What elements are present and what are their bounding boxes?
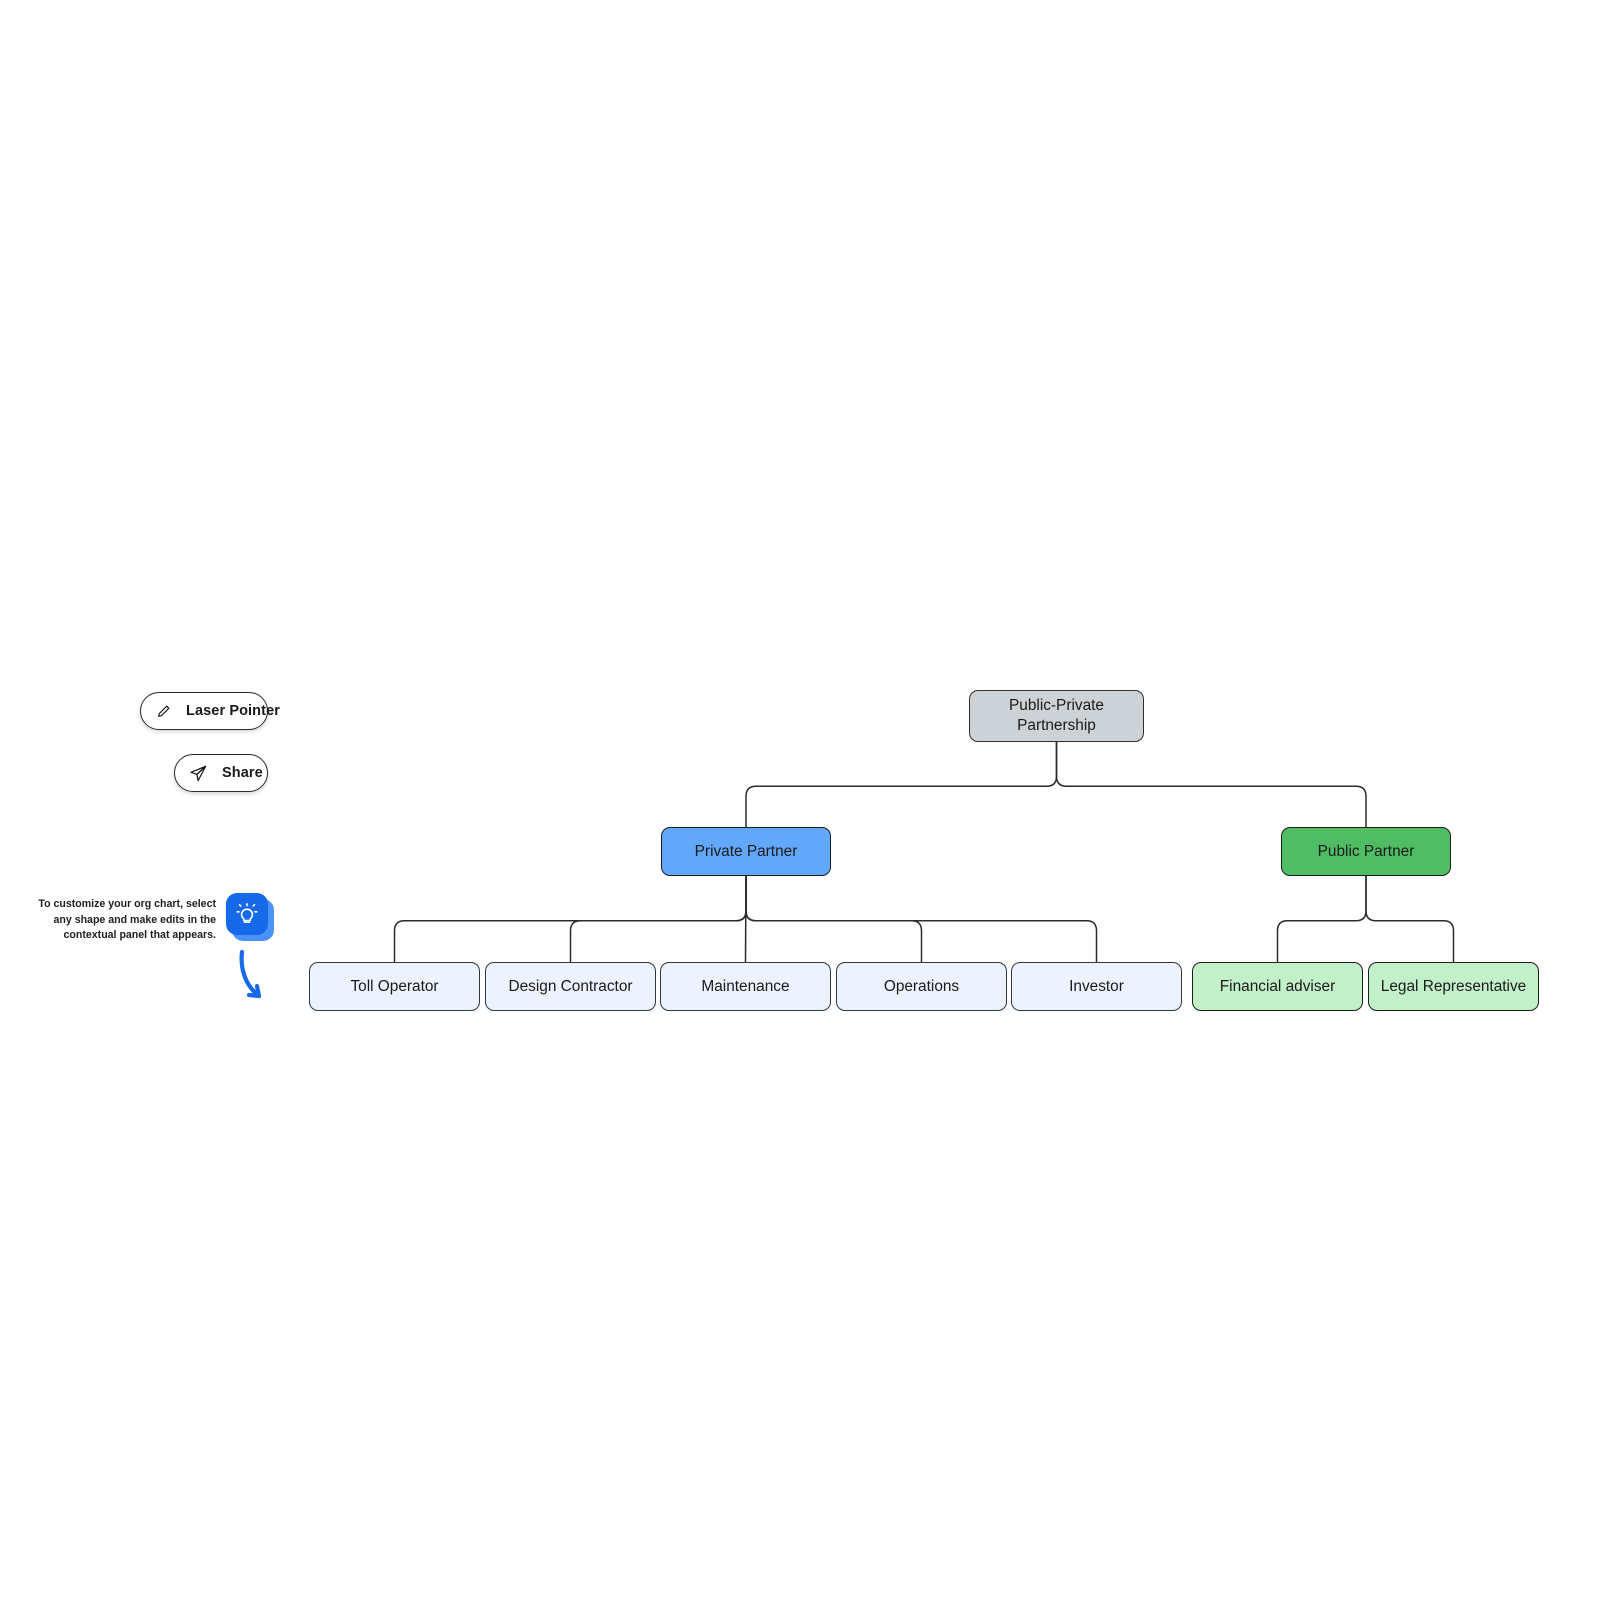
lightbulb-glyph	[236, 903, 258, 924]
connector-public-to-legal	[1365, 876, 1455, 962]
connector-private-to-ops	[745, 876, 923, 962]
connector-private-to-design	[569, 876, 747, 962]
org-node-label: Public-Private Partnership	[1009, 697, 1104, 734]
org-node-maint[interactable]: Maintenance	[660, 962, 831, 1011]
share-label: Share	[222, 765, 263, 781]
org-node-label: Operations	[883, 977, 960, 995]
connector-root-to-public	[1055, 742, 1367, 827]
org-chart-canvas: Public-Private Partnership Private Partne…	[0, 0, 1600, 1600]
connector-lines	[393, 742, 1455, 963]
connector-private-to-investor	[745, 876, 1098, 962]
customize-hint-text: To customize your org chart, select any …	[38, 898, 216, 942]
org-node-root[interactable]: Public-Private Partnership	[969, 690, 1144, 742]
org-node-investor[interactable]: Investor	[1011, 962, 1182, 1011]
laser-pointer-label: Laser Pointer	[186, 703, 280, 719]
org-node-finance[interactable]: Financial adviser	[1192, 962, 1363, 1011]
org-node-label: Public Partner	[1317, 842, 1415, 860]
org-chart: Public-Private Partnership Private Partne…	[0, 0, 1600, 1600]
org-node-toll[interactable]: Toll Operator	[309, 962, 480, 1011]
lightbulb-icon-wrapper[interactable]	[226, 893, 274, 941]
share-button[interactable]: Share	[174, 754, 268, 792]
org-node-public[interactable]: Public Partner	[1281, 827, 1451, 876]
org-node-design[interactable]: Design Contractor	[485, 962, 656, 1011]
org-node-private[interactable]: Private Partner	[661, 827, 831, 876]
org-node-label: Toll Operator	[350, 977, 439, 995]
connector-private-to-toll	[393, 876, 747, 962]
org-node-legal[interactable]: Legal Representative	[1368, 962, 1539, 1011]
pencil-icon	[155, 703, 172, 720]
lightbulb-tile[interactable]	[226, 893, 268, 935]
org-node-label: Maintenance	[701, 977, 790, 995]
laser-pointer-button[interactable]: Laser Pointer	[140, 692, 280, 730]
org-node-ops[interactable]: Operations	[836, 962, 1007, 1011]
org-node-label: Investor	[1069, 977, 1124, 995]
org-node-label: Design Contractor	[508, 977, 633, 995]
connector-private-to-maint	[744, 875, 747, 963]
connector-root-to-private	[745, 742, 1058, 827]
curved-arrow-icon	[239, 949, 262, 999]
paper-plane-icon	[189, 764, 208, 783]
customize-hint: To customize your org chart, select any …	[30, 893, 274, 944]
org-node-label: Private Partner	[694, 842, 798, 860]
org-node-label: Legal Representative	[1380, 977, 1527, 995]
connector-public-to-finance	[1276, 876, 1367, 962]
org-node-label: Financial adviser	[1219, 977, 1336, 995]
